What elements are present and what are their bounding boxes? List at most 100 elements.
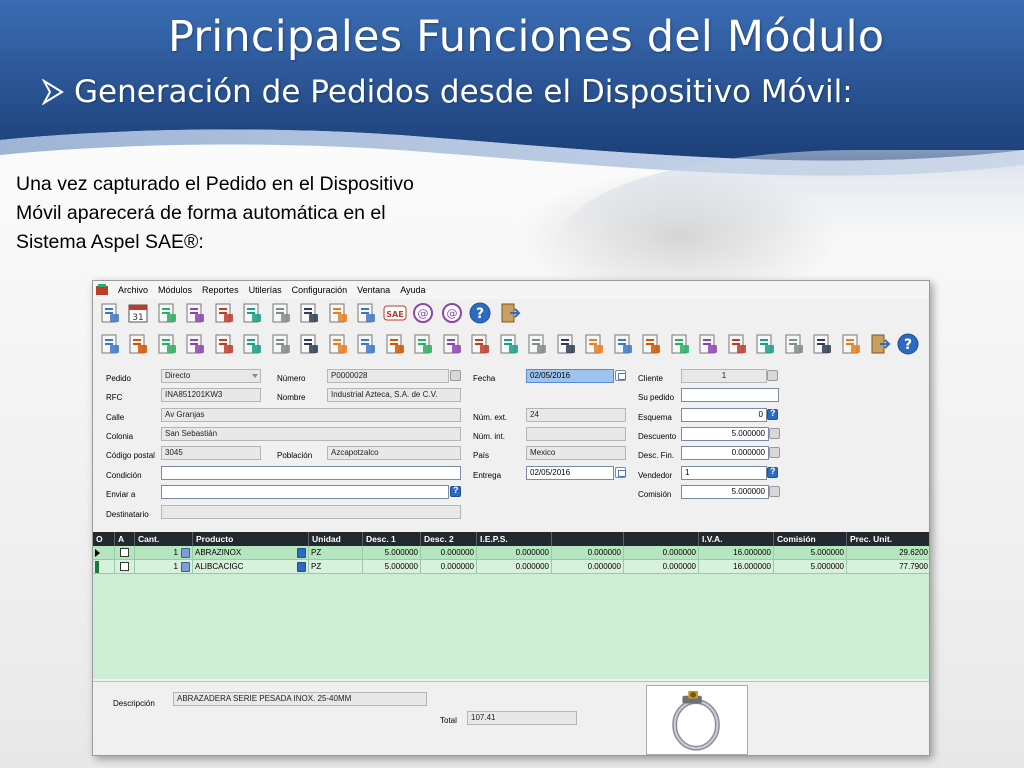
add-row-button[interactable]	[467, 333, 494, 359]
cell-ieps[interactable]: 0.000000	[477, 546, 552, 560]
calendar-button[interactable]: 31	[125, 302, 152, 328]
save-button[interactable]	[96, 333, 123, 359]
cell-producto[interactable]: ABRAZINOX	[193, 546, 309, 560]
email-settings-button[interactable]: @	[438, 302, 465, 328]
cell-prec-unit[interactable]: 77.7900	[847, 560, 929, 574]
refresh-button[interactable]	[723, 333, 750, 359]
printer-button[interactable]	[809, 333, 836, 359]
descripcion-field[interactable]: ABRAZADERA SERIE PESADA INOX. 25-40MM	[173, 692, 427, 706]
monitor-button[interactable]	[581, 333, 608, 359]
tree-button[interactable]	[552, 333, 579, 359]
calculator-button[interactable]	[153, 302, 180, 328]
sae-logo-button[interactable]: SAE	[381, 302, 408, 328]
cell-unidad[interactable]: PZ	[309, 560, 363, 574]
cell-unidad[interactable]: PZ	[309, 546, 363, 560]
table-row[interactable]: 1 ALIBCACIGC PZ 5.000000 0.000000 0.0000…	[93, 560, 929, 574]
desc-fin-input[interactable]: 0.000000	[681, 446, 769, 460]
menu-archivo[interactable]: Archivo	[113, 285, 153, 295]
fecha-field[interactable]: 02/05/2016	[526, 369, 614, 383]
calle-field[interactable]: Av Granjas	[161, 408, 461, 422]
poblacion-field[interactable]: Azcapotzalco	[327, 446, 461, 460]
user-button[interactable]	[210, 302, 237, 328]
col-header[interactable]: Producto	[193, 532, 309, 546]
calculator-icon[interactable]	[769, 486, 780, 497]
edit-button[interactable]	[267, 302, 294, 328]
copy-button[interactable]	[153, 333, 180, 359]
menu-reportes[interactable]: Reportes	[197, 285, 244, 295]
menu-modulos[interactable]: Módulos	[153, 285, 197, 295]
rfc-field[interactable]: INA851201KW3	[161, 388, 261, 402]
col-header[interactable]: I.V.A.	[699, 532, 774, 546]
menu-ayuda[interactable]: Ayuda	[395, 285, 430, 295]
help-icon[interactable]	[450, 485, 461, 497]
comision-input[interactable]: 5.000000	[681, 485, 769, 499]
cell-col8[interactable]: 0.000000	[552, 560, 624, 574]
folder-button[interactable]	[410, 333, 437, 359]
print-button[interactable]	[267, 333, 294, 359]
attach-button[interactable]	[780, 333, 807, 359]
num-int-field[interactable]	[526, 427, 626, 441]
connect-button[interactable]	[609, 333, 636, 359]
col-header[interactable]: Desc. 2	[421, 532, 477, 546]
calendar-icon[interactable]	[615, 370, 626, 381]
col-header[interactable]	[624, 532, 699, 546]
cell-desc1[interactable]: 5.000000	[363, 546, 421, 560]
table-row[interactable]: 1 ABRAZINOX PZ 5.000000 0.000000 0.00000…	[93, 546, 929, 560]
col-header[interactable]: Desc. 1	[363, 532, 421, 546]
layers-button[interactable]	[524, 333, 551, 359]
entrega-input[interactable]: 02/05/2016	[526, 466, 614, 480]
cell-cant[interactable]: 1	[135, 560, 193, 574]
help-icon[interactable]	[767, 466, 778, 478]
import-button[interactable]	[210, 333, 237, 359]
col-header[interactable]: A	[115, 532, 135, 546]
row-selector[interactable]	[93, 546, 115, 560]
cliente-field[interactable]: 1	[681, 369, 767, 383]
help-icon[interactable]	[297, 562, 306, 572]
cloud-button[interactable]	[666, 333, 693, 359]
grid-button[interactable]	[752, 333, 779, 359]
checkbox[interactable]	[120, 548, 129, 557]
descuento-input[interactable]: 5.000000	[681, 427, 769, 441]
menu-utilerias[interactable]: Utilerías	[244, 285, 287, 295]
su-pedido-input[interactable]	[681, 388, 779, 402]
condicion-input[interactable]	[161, 466, 461, 480]
destinatario-field[interactable]	[161, 505, 461, 519]
cell-iva[interactable]: 16.000000	[699, 546, 774, 560]
col-header[interactable]: Comisión	[774, 532, 847, 546]
col-header[interactable]: Prec. Unit.	[847, 532, 929, 546]
numero-field[interactable]: P0000028	[327, 369, 449, 383]
help-button[interactable]: ?	[467, 302, 494, 328]
pedido-select[interactable]: Directo	[161, 369, 261, 383]
cell-col8[interactable]: 0.000000	[552, 546, 624, 560]
catalog-button[interactable]	[353, 333, 380, 359]
search-button[interactable]	[438, 333, 465, 359]
menu-configuracion[interactable]: Configuración	[287, 285, 353, 295]
total-field[interactable]: 107.41	[467, 711, 577, 725]
windows-button[interactable]	[239, 302, 266, 328]
cart-button[interactable]	[324, 302, 351, 328]
calendar-icon[interactable]	[615, 467, 626, 478]
col-header[interactable]: Cant.	[135, 532, 193, 546]
pais-field[interactable]: Mexico	[526, 446, 626, 460]
group-button[interactable]	[182, 333, 209, 359]
user-search-button[interactable]	[324, 333, 351, 359]
enviar-a-input[interactable]	[161, 485, 449, 499]
cell-cant[interactable]: 1	[135, 546, 193, 560]
cell-comision[interactable]: 5.000000	[774, 560, 847, 574]
cell-prec-unit[interactable]: 29.6200	[847, 546, 929, 560]
nombre-field[interactable]: Industrial Azteca, S.A. de C.V.	[327, 388, 461, 402]
num-ext-field[interactable]: 24	[526, 408, 626, 422]
delete-row-button[interactable]	[495, 333, 522, 359]
cell-check[interactable]	[115, 560, 135, 574]
cell-desc2[interactable]: 0.000000	[421, 560, 477, 574]
cell-desc1[interactable]: 5.000000	[363, 560, 421, 574]
colonia-field[interactable]: San Sebastián	[161, 427, 461, 441]
lookup-icon[interactable]	[450, 370, 461, 381]
product-lookup-icon[interactable]	[181, 562, 190, 572]
cell-producto[interactable]: ALIBCACIGC	[193, 560, 309, 574]
cell-iva[interactable]: 16.000000	[699, 560, 774, 574]
exit-button[interactable]	[495, 302, 522, 328]
col-header[interactable]: Unidad	[309, 532, 363, 546]
product-lookup-icon[interactable]	[181, 548, 190, 558]
col-header[interactable]	[552, 532, 624, 546]
